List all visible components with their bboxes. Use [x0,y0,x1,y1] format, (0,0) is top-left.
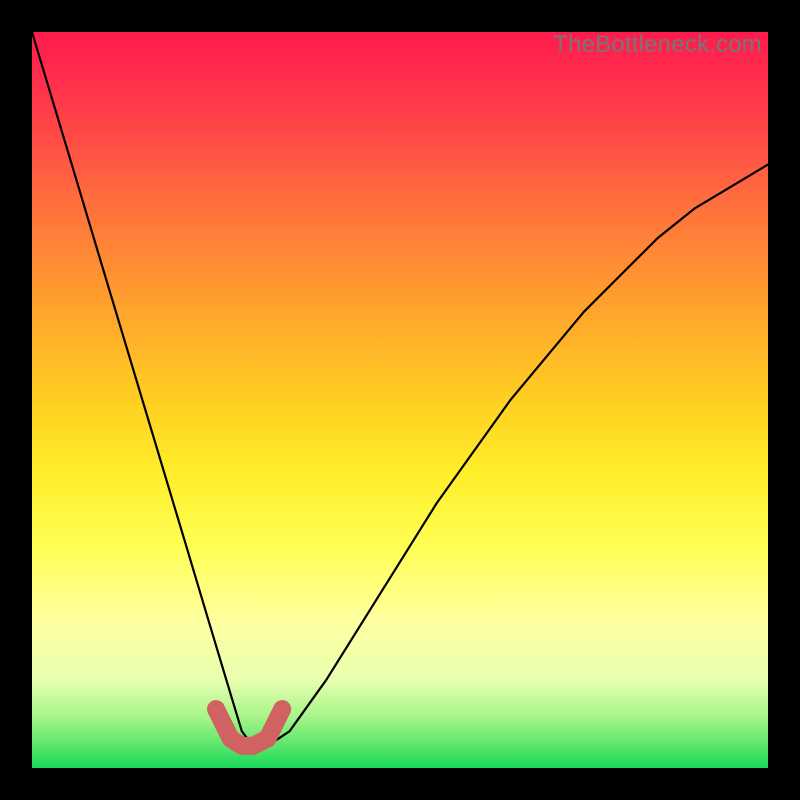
bottleneck-curve [32,32,768,746]
u-marker [216,709,282,746]
outer-frame: TheBottleneck.com [0,0,800,800]
plot-area: TheBottleneck.com [32,32,768,768]
curve-svg [32,32,768,768]
